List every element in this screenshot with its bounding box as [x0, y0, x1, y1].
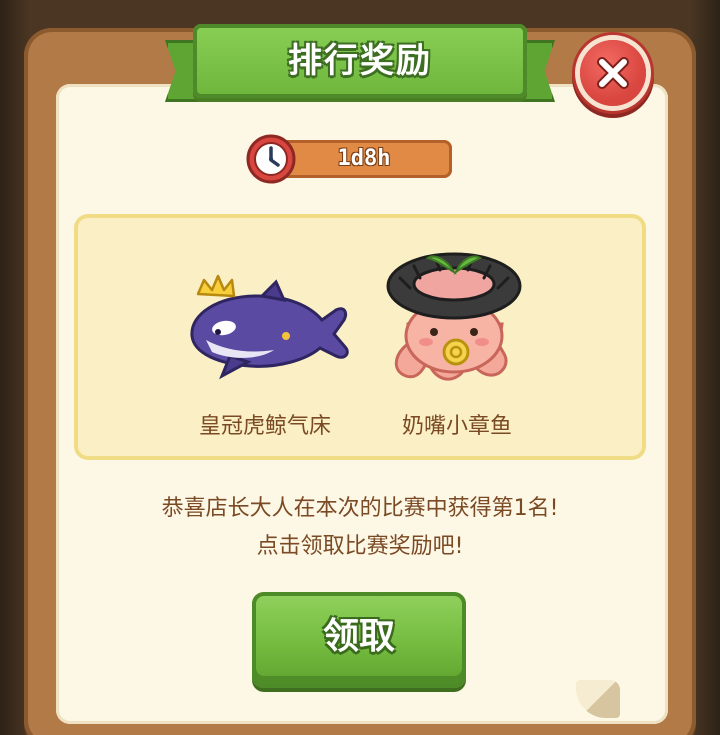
reward-item[interactable]: 奶嘴小章鱼 [362, 244, 552, 444]
event-timer: 1d8h [246, 134, 452, 184]
rewards-box: 皇冠虎鲸气床 奶嘴小章鱼 [74, 214, 646, 460]
reward-item[interactable]: 皇冠虎鲸气床 [170, 244, 360, 444]
message-line-1: 恭喜店长大人在本次的比赛中获得第1名! [161, 496, 559, 521]
dialog-title: 排行奖励 [288, 41, 432, 81]
claim-button-label: 领取 [322, 616, 395, 657]
close-icon [597, 57, 629, 89]
message-line-2: 点击领取比赛奖励吧! [256, 534, 464, 559]
timer-remaining: 1d8h [337, 146, 391, 171]
crowned-orca-float-icon [190, 274, 349, 380]
reward-name: 奶嘴小章鱼 [401, 414, 512, 439]
pacifier-octopus-icon [386, 252, 522, 381]
congratulation-message: 恭喜店长大人在本次的比赛中获得第1名! 点击领取比赛奖励吧! [74, 490, 646, 566]
game-screen: 排行奖励 1d8h 皇冠虎鲸气床 奶嘴小章鱼 恭喜店长大人在本次的比赛中获得第1… [0, 0, 720, 735]
clock-icon [246, 134, 296, 184]
paper-curl-decoration [576, 680, 620, 718]
close-button[interactable] [580, 40, 646, 106]
reward-name: 皇冠虎鲸气床 [198, 414, 331, 439]
title-ribbon: 排行奖励 [165, 20, 555, 108]
claim-button[interactable]: 领取 [252, 592, 466, 688]
